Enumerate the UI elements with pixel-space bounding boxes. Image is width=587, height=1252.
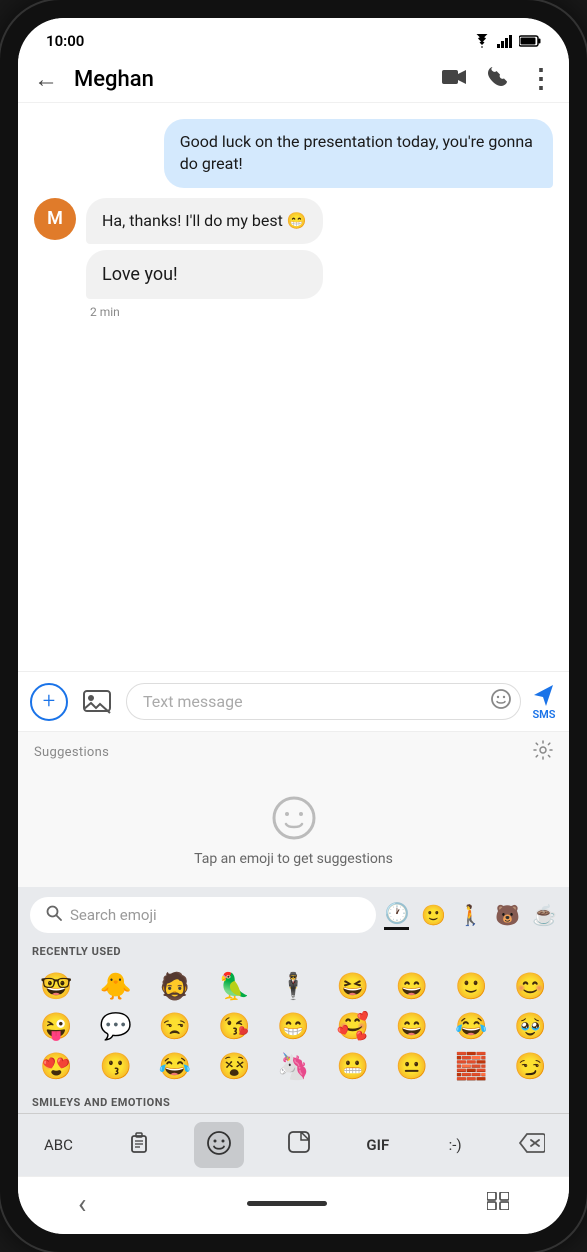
emoji-cell[interactable]: 🦜 [206, 968, 263, 1006]
emoji-keyboard-button[interactable] [194, 1122, 244, 1168]
nav-back-button[interactable]: ‹ [78, 1187, 86, 1220]
status-icons [473, 34, 541, 48]
emoji-cell[interactable]: 😘 [206, 1008, 263, 1046]
avatar: M [34, 198, 76, 240]
smiley-category-icon[interactable]: 🙂 [421, 903, 446, 927]
nav-home-bar[interactable] [247, 1201, 327, 1206]
clipboard-button[interactable] [120, 1127, 158, 1163]
emoji-cell[interactable]: 😐 [383, 1048, 440, 1086]
received-bubbles: Ha, thanks! I'll do my best 😁 Love you! … [86, 198, 323, 320]
add-icon: + [43, 689, 55, 714]
app-bar: ← Meghan ⋮ [18, 56, 569, 103]
text-input[interactable]: Text message [126, 683, 521, 720]
input-bar: + Text message [18, 671, 569, 731]
emoji-cell[interactable]: 😊 [502, 968, 559, 1006]
abc-button[interactable]: ABC [32, 1128, 85, 1162]
nav-bar: ‹ [18, 1176, 569, 1234]
phone-call-button[interactable] [486, 66, 508, 93]
emoji-cell[interactable]: 🧱 [443, 1048, 500, 1086]
emoji-cell[interactable]: 🤓 [28, 968, 85, 1006]
emoji-keyboard: Search emoji 🕐 🙂 🚶 🐻 ☕ RECENTLY USED 🤓🐥🧔… [18, 887, 569, 1113]
emoji-cell[interactable]: 🧔 [146, 968, 203, 1006]
emoji-cell[interactable]: 😄 [383, 1008, 440, 1046]
received-message-group: M Ha, thanks! I'll do my best 😁 Love you… [34, 198, 553, 320]
back-button[interactable]: ← [34, 65, 58, 94]
emoji-cell[interactable]: 🦄 [265, 1048, 322, 1086]
received-bubble-1: Ha, thanks! I'll do my best 😁 [86, 198, 323, 244]
nav-app-switcher-button[interactable] [487, 1191, 509, 1216]
video-call-button[interactable] [442, 67, 466, 91]
phone-frame: 10:00 [0, 0, 587, 1252]
gear-icon[interactable] [533, 740, 553, 765]
delete-button[interactable] [509, 1127, 555, 1164]
keyboard-bottom-bar: ABC [18, 1113, 569, 1176]
search-icon [46, 905, 62, 925]
people-category-icon[interactable]: 🚶 [458, 903, 483, 927]
suggestions-bar: Suggestions [18, 731, 569, 773]
contact-name: Meghan [74, 67, 426, 92]
emoji-button-inline[interactable] [490, 688, 512, 716]
suggestions-label: Suggestions [34, 745, 109, 760]
emoji-cell[interactable]: 😏 [502, 1048, 559, 1086]
wifi-icon [473, 34, 491, 48]
sms-label: SMS [532, 708, 555, 721]
image-button[interactable] [78, 683, 116, 721]
gif-button[interactable]: GIF [354, 1128, 401, 1162]
emoji-cell[interactable]: 😜 [28, 1008, 85, 1046]
emoji-cell[interactable]: 😂 [443, 1008, 500, 1046]
emoji-suggestions-area: Tap an emoji to get suggestions [18, 773, 569, 887]
emoji-cell[interactable]: 😂 [146, 1048, 203, 1086]
sent-message-1: Good luck on the presentation today, you… [164, 119, 553, 188]
message-time: 2 min [86, 305, 323, 319]
add-content-button[interactable]: + [30, 683, 68, 721]
text-input-placeholder: Text message [143, 692, 243, 711]
emoji-search-placeholder: Search emoji [70, 906, 157, 924]
emoji-cell[interactable]: 😆 [324, 968, 381, 1006]
recent-category-icon[interactable]: 🕐 [384, 901, 409, 930]
emoji-category-icons: 🕐 🙂 🚶 🐻 ☕ [384, 901, 557, 930]
food-category-icon[interactable]: ☕ [532, 903, 557, 927]
recently-used-label: RECENTLY USED [18, 941, 569, 964]
emoji-cell[interactable]: 🕴 [265, 968, 322, 1006]
emoji-cell[interactable]: 💬 [87, 1008, 144, 1046]
send-sms-button[interactable]: SMS [531, 682, 557, 721]
messages-area: Good luck on the presentation today, you… [18, 103, 569, 671]
smiley-suggestion-icon [269, 793, 319, 843]
emoji-cell[interactable]: 😒 [146, 1008, 203, 1046]
animals-category-icon[interactable]: 🐻 [495, 903, 520, 927]
status-bar: 10:00 [18, 18, 569, 56]
status-time: 10:00 [46, 32, 84, 50]
recent-emoji-grid: 🤓🐥🧔🦜🕴😆😄🙂😊😜💬😒😘😁🥰😄😂🥹😍😗😂😵🦄😬😐🧱😏 [18, 964, 569, 1090]
emoji-cell[interactable]: 🥹 [502, 1008, 559, 1046]
emoji-cell[interactable]: 🐥 [87, 968, 144, 1006]
emoji-cell[interactable]: 🥰 [324, 1008, 381, 1046]
signal-icon [497, 34, 513, 48]
emoji-cell[interactable]: 😗 [87, 1048, 144, 1086]
emoji-cell[interactable]: 🙂 [443, 968, 500, 1006]
battery-icon [519, 35, 541, 47]
sticker-button[interactable] [279, 1126, 319, 1164]
emoji-cell[interactable]: 😍 [28, 1048, 85, 1086]
more-options-button[interactable]: ⋮ [528, 64, 553, 94]
emoji-cell[interactable]: 😵 [206, 1048, 263, 1086]
tap-suggestion-text: Tap an emoji to get suggestions [194, 851, 393, 867]
app-bar-icons: ⋮ [442, 64, 553, 94]
received-bubble-2: Love you! [86, 250, 323, 299]
smileys-label: SMILEYS AND EMOTIONS [18, 1090, 569, 1113]
phone-screen: 10:00 [18, 18, 569, 1234]
emoticon-button[interactable]: :-) [437, 1128, 474, 1162]
emoji-search-row: Search emoji 🕐 🙂 🚶 🐻 ☕ [18, 887, 569, 941]
emoji-cell[interactable]: 😄 [383, 968, 440, 1006]
emoji-search-box[interactable]: Search emoji [30, 897, 376, 933]
emoji-cell[interactable]: 😁 [265, 1008, 322, 1046]
emoji-cell[interactable]: 😬 [324, 1048, 381, 1086]
